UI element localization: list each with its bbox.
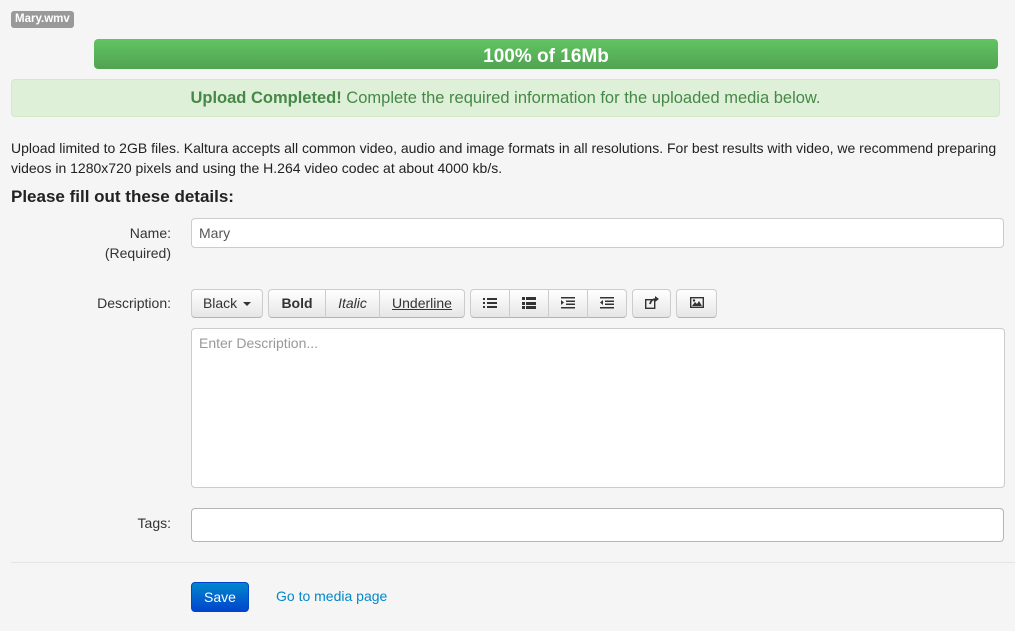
form-heading: Please fill out these details: xyxy=(11,187,234,206)
ordered-list-icon xyxy=(522,296,536,309)
go-to-media-link[interactable]: Go to media page xyxy=(276,588,387,604)
description-editor[interactable]: Enter Description... xyxy=(191,328,1005,488)
ordered-list-button[interactable] xyxy=(509,289,549,318)
progress-label: 100% of 16Mb xyxy=(483,46,609,67)
unordered-list-icon xyxy=(483,297,497,308)
indent-icon xyxy=(561,296,575,309)
insert-image-button[interactable] xyxy=(676,289,717,318)
font-color-dropdown[interactable]: Black xyxy=(191,289,263,318)
image-icon xyxy=(689,297,704,309)
tags-label: Tags: xyxy=(137,515,171,531)
italic-button[interactable]: Italic xyxy=(325,289,380,318)
caret-down-icon xyxy=(243,302,252,307)
bold-button[interactable]: Bold xyxy=(268,289,326,318)
name-label: Name: (Required) xyxy=(104,225,171,261)
alert-strong: Upload Completed! xyxy=(190,89,342,107)
outdent-button[interactable] xyxy=(587,289,627,318)
upload-progress-bar: 100% of 16Mb xyxy=(94,39,998,69)
alert-text: Complete the required information for th… xyxy=(341,89,821,107)
description-label: Description: xyxy=(97,295,171,311)
unordered-list-button[interactable] xyxy=(470,289,510,318)
file-name-badge: Mary.wmv xyxy=(11,11,74,28)
upload-info-text: Upload limited to 2GB files. Kaltura acc… xyxy=(11,140,997,176)
underline-button[interactable]: Underline xyxy=(379,289,465,318)
outdent-icon xyxy=(600,296,614,309)
link-icon xyxy=(644,296,659,310)
name-input[interactable]: Mary xyxy=(191,218,1004,248)
upload-complete-alert: Upload Completed! Complete the required … xyxy=(11,79,1000,117)
insert-link-button[interactable] xyxy=(632,289,671,318)
save-button[interactable]: Save xyxy=(191,582,249,612)
form-divider xyxy=(11,562,1015,563)
indent-button[interactable] xyxy=(548,289,588,318)
tags-input[interactable] xyxy=(191,508,1004,542)
